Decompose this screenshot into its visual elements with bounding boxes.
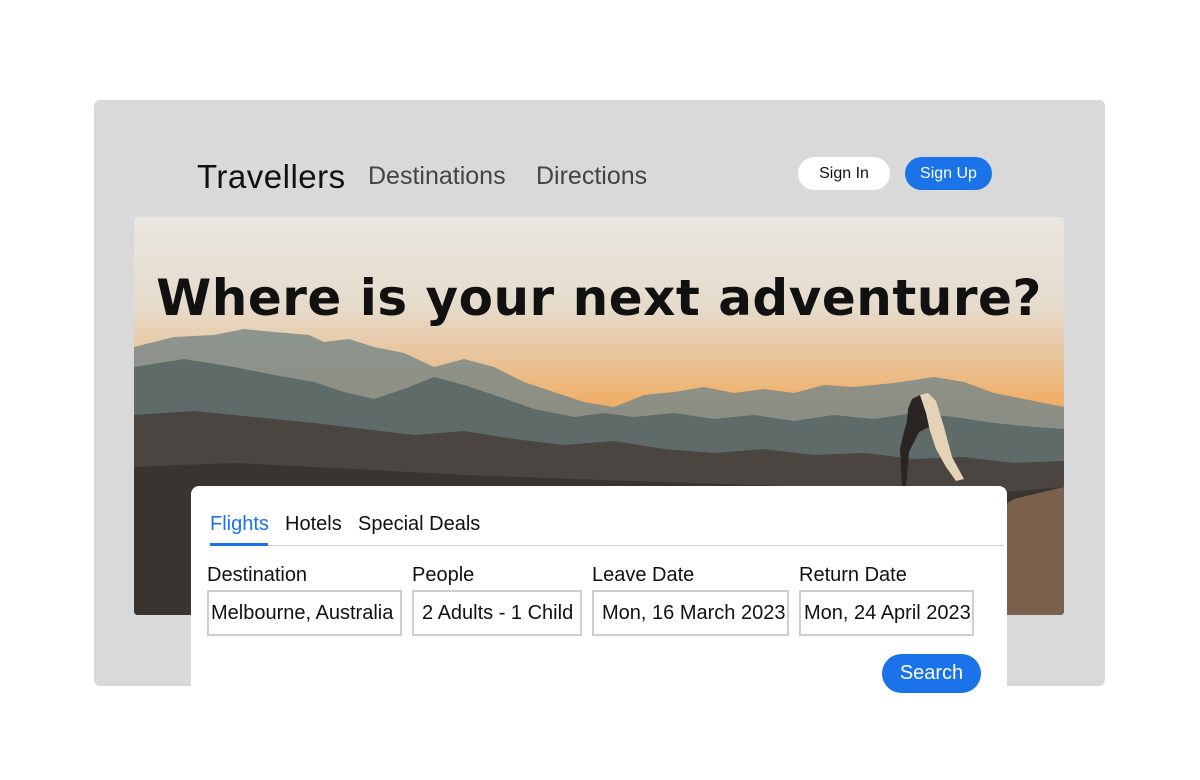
return-date-label: Return Date bbox=[799, 564, 907, 586]
tab-hotels[interactable]: Hotels bbox=[285, 513, 342, 536]
sign-in-button[interactable]: Sign In bbox=[798, 157, 890, 190]
brand-logo[interactable]: Travellers bbox=[197, 158, 346, 196]
destination-input[interactable]: Melbourne, Australia bbox=[207, 590, 402, 636]
tab-special-deals[interactable]: Special Deals bbox=[358, 513, 480, 536]
tab-flights[interactable]: Flights bbox=[210, 513, 269, 536]
page-frame: Travellers Destinations Directions Sign … bbox=[94, 100, 1105, 693]
active-tab-indicator bbox=[210, 543, 268, 546]
leave-date-input[interactable]: Mon, 16 March 2023 bbox=[592, 590, 789, 636]
search-tabs: Flights Hotels Special Deals bbox=[191, 486, 1007, 546]
top-nav: Travellers Destinations Directions Sign … bbox=[94, 100, 1105, 217]
tab-divider bbox=[210, 545, 1004, 546]
search-button[interactable]: Search bbox=[882, 654, 981, 693]
people-label: People bbox=[412, 564, 475, 586]
sign-up-button[interactable]: Sign Up bbox=[905, 157, 992, 190]
search-card: Flights Hotels Special Deals Destination… bbox=[191, 486, 1007, 693]
return-date-input[interactable]: Mon, 24 April 2023 bbox=[799, 590, 974, 636]
hero-headline: Where is your next adventure? bbox=[156, 269, 1042, 327]
destination-label: Destination bbox=[207, 564, 308, 586]
nav-link-destinations[interactable]: Destinations bbox=[368, 162, 506, 191]
leave-date-label: Leave Date bbox=[592, 564, 695, 586]
people-input[interactable]: 2 Adults - 1 Child bbox=[412, 590, 582, 636]
nav-link-directions[interactable]: Directions bbox=[536, 162, 647, 191]
